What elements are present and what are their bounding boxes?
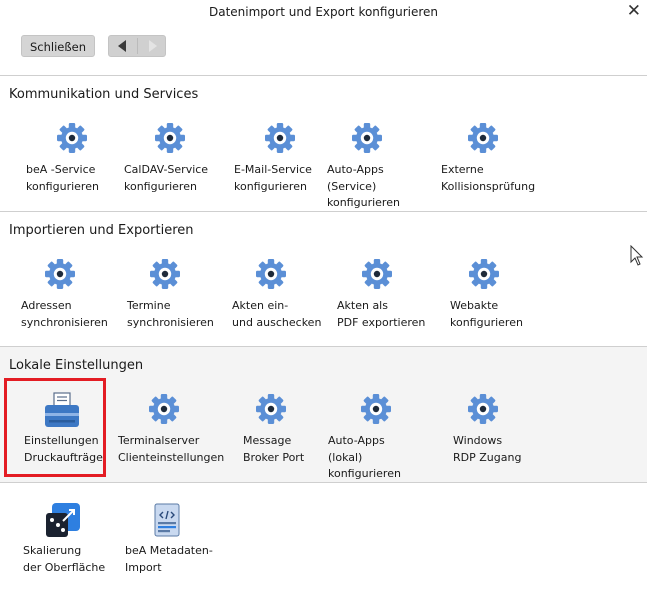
section-title: Importieren und Exportieren [9,223,194,238]
toolbar: Schließen [0,26,647,70]
tile-auto-apps-lokal[interactable]: Auto-Apps (lokal) konfigurieren [328,391,436,481]
window-title: Datenimport und Export konfigurieren [208,5,439,19]
close-button[interactable]: Schließen [21,35,95,57]
tile-label: beA Metadaten- Import [125,544,213,574]
tile-label: E-Mail-Service konfigurieren [234,163,312,193]
tile-bea-service[interactable]: beA -Service konfigurieren [26,120,134,210]
back-icon[interactable] [109,36,137,56]
gear-icon [262,120,298,156]
tile-label: Auto-Apps (Service) konfigurieren [327,163,400,209]
tile-label: Externe Kollisionsprüfung [441,163,536,193]
section-title: Lokale Einstellungen [9,358,144,373]
tile-label: Webakte konfigurieren [450,299,523,329]
tile-label: Adressen synchronisieren [21,299,108,329]
tile-terminalserver[interactable]: Terminalserver Clienteinstellungen [118,391,226,481]
tile-label: Skalierung der Oberfläche [23,544,106,574]
section-title: Kommunikation und Services [9,87,199,102]
gear-icon [146,391,182,427]
tile-email-service[interactable]: E-Mail-Service konfigurieren [234,120,342,210]
tile-termine-synchronisieren[interactable]: Termine synchronisieren [127,256,235,346]
gear-icon [465,120,501,156]
scaling-icon [43,501,80,537]
tile-label: Message Broker Port [243,434,305,464]
section-kommunikation: Kommunikation und Services beA -Service … [0,75,647,212]
mouse-cursor-icon [630,245,644,266]
tile-webakte[interactable]: Webakte konfigurieren [450,256,558,346]
gear-icon [349,120,385,156]
gear-icon [42,256,78,292]
gear-icon [253,391,289,427]
section-importieren-exportieren: Importieren und Exportieren Adressen syn… [0,211,647,347]
tile-windows-rdp[interactable]: Windows RDP Zugang [453,391,561,481]
tile-label: Terminalserver Clienteinstellungen [118,434,225,464]
navigation-buttons [108,35,166,57]
tile-label: beA -Service konfigurieren [26,163,99,193]
tile-bea-metadaten-import[interactable]: beA Metadaten- Import [125,501,233,591]
gear-icon [465,391,501,427]
section-weitere: Skalierung der Oberfläche beA Metadaten-… [0,482,647,595]
gear-icon [152,120,188,156]
close-icon[interactable]: ✕ [627,1,641,21]
tile-label: Akten als PDF exportieren [337,299,426,329]
tile-akten-pdf-export[interactable]: Akten als PDF exportieren [337,256,445,346]
gear-icon [466,256,502,292]
tile-label: Auto-Apps (lokal) konfigurieren [328,434,401,480]
gear-icon [358,391,394,427]
tile-akten-auschecken[interactable]: Akten ein- und auschecken [232,256,340,346]
title-bar: Datenimport und Export konfigurieren ✕ [0,0,647,26]
forward-icon[interactable] [138,36,166,56]
tile-skalierung[interactable]: Skalierung der Oberfläche [23,501,131,591]
tile-adressen-synchronisieren[interactable]: Adressen synchronisieren [21,256,129,346]
tile-label: CalDAV-Service konfigurieren [124,163,209,193]
gear-icon [54,120,90,156]
tile-label: Akten ein- und auschecken [232,299,322,329]
tile-caldav-service[interactable]: CalDAV-Service konfigurieren [124,120,232,210]
selection-highlight [4,378,106,477]
code-document-icon [147,501,183,537]
gear-icon [253,256,289,292]
gear-icon [147,256,183,292]
tile-label: Termine synchronisieren [127,299,214,329]
tile-externe-kollisionspruefung[interactable]: Externe Kollisionsprüfung [441,120,549,210]
gear-icon [359,256,395,292]
tile-auto-apps-service[interactable]: Auto-Apps (Service) konfigurieren [327,120,435,210]
tile-label: Windows RDP Zugang [453,434,522,464]
